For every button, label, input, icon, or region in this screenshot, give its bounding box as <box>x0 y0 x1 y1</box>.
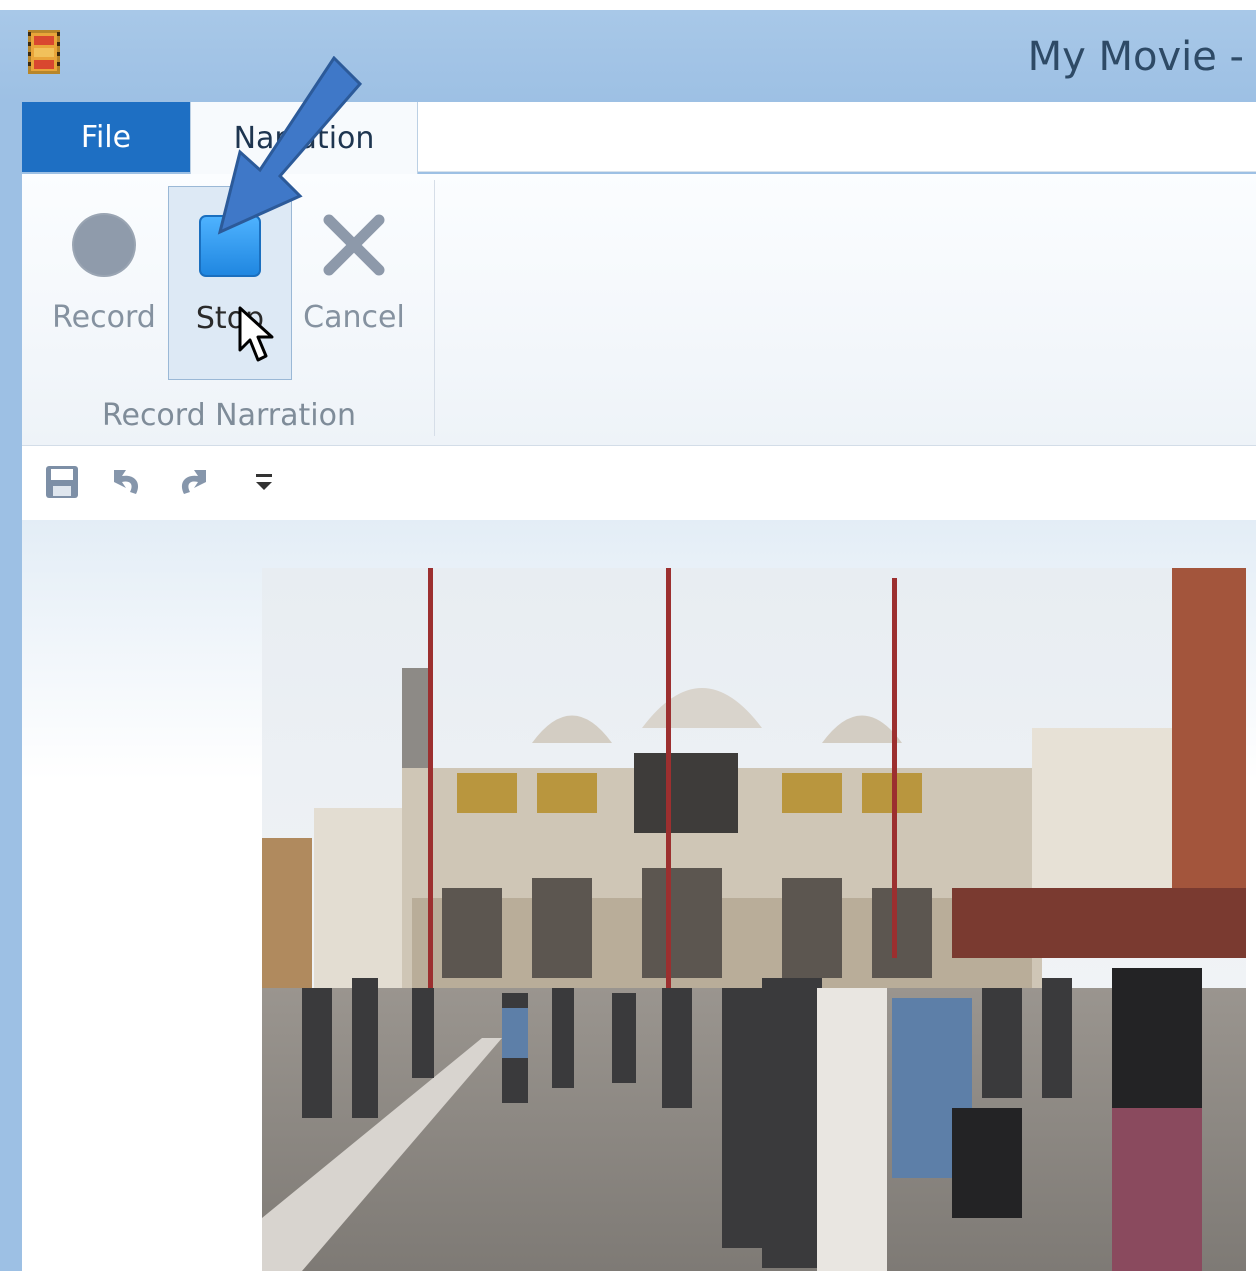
redo-icon[interactable] <box>170 460 214 504</box>
movie-maker-app-icon[interactable] <box>28 30 60 74</box>
stop-icon <box>199 215 261 277</box>
stop-button-label: Stop <box>195 301 265 336</box>
customize-dropdown-icon[interactable] <box>244 460 288 504</box>
stop-button[interactable]: Stop <box>168 186 292 380</box>
undo-icon[interactable] <box>106 460 150 504</box>
ribbon-group-separator <box>434 180 435 436</box>
tab-narration[interactable]: Narration <box>190 102 418 174</box>
title-bar: My Movie - <box>0 10 1256 102</box>
app-window: My Movie - File Narration Record Stop Ca… <box>0 0 1256 1271</box>
cancel-button[interactable]: Cancel <box>294 186 414 380</box>
record-button-label: Record <box>52 300 156 335</box>
record-button[interactable]: Record <box>42 186 166 380</box>
tab-file[interactable]: File <box>22 102 190 172</box>
record-icon <box>72 213 136 277</box>
venice-square-photo <box>262 568 1246 1271</box>
window-left-border <box>0 102 22 1271</box>
save-icon[interactable] <box>40 460 84 504</box>
cancel-button-label: Cancel <box>303 300 405 335</box>
tab-row-spacer <box>418 102 1256 172</box>
ribbon-tab-row: File Narration <box>22 102 1256 174</box>
window-title: My Movie - <box>1027 34 1244 80</box>
quick-access-toolbar <box>22 446 1256 520</box>
video-preview-photo <box>262 568 1246 1271</box>
record-narration-group-label: Record Narration <box>101 398 356 433</box>
preview-workspace <box>22 520 1256 1271</box>
cancel-x-icon <box>323 214 385 276</box>
ribbon-panel: Record Stop Cancel Record Narration <box>22 174 1256 446</box>
window-top-edge <box>0 0 1256 10</box>
